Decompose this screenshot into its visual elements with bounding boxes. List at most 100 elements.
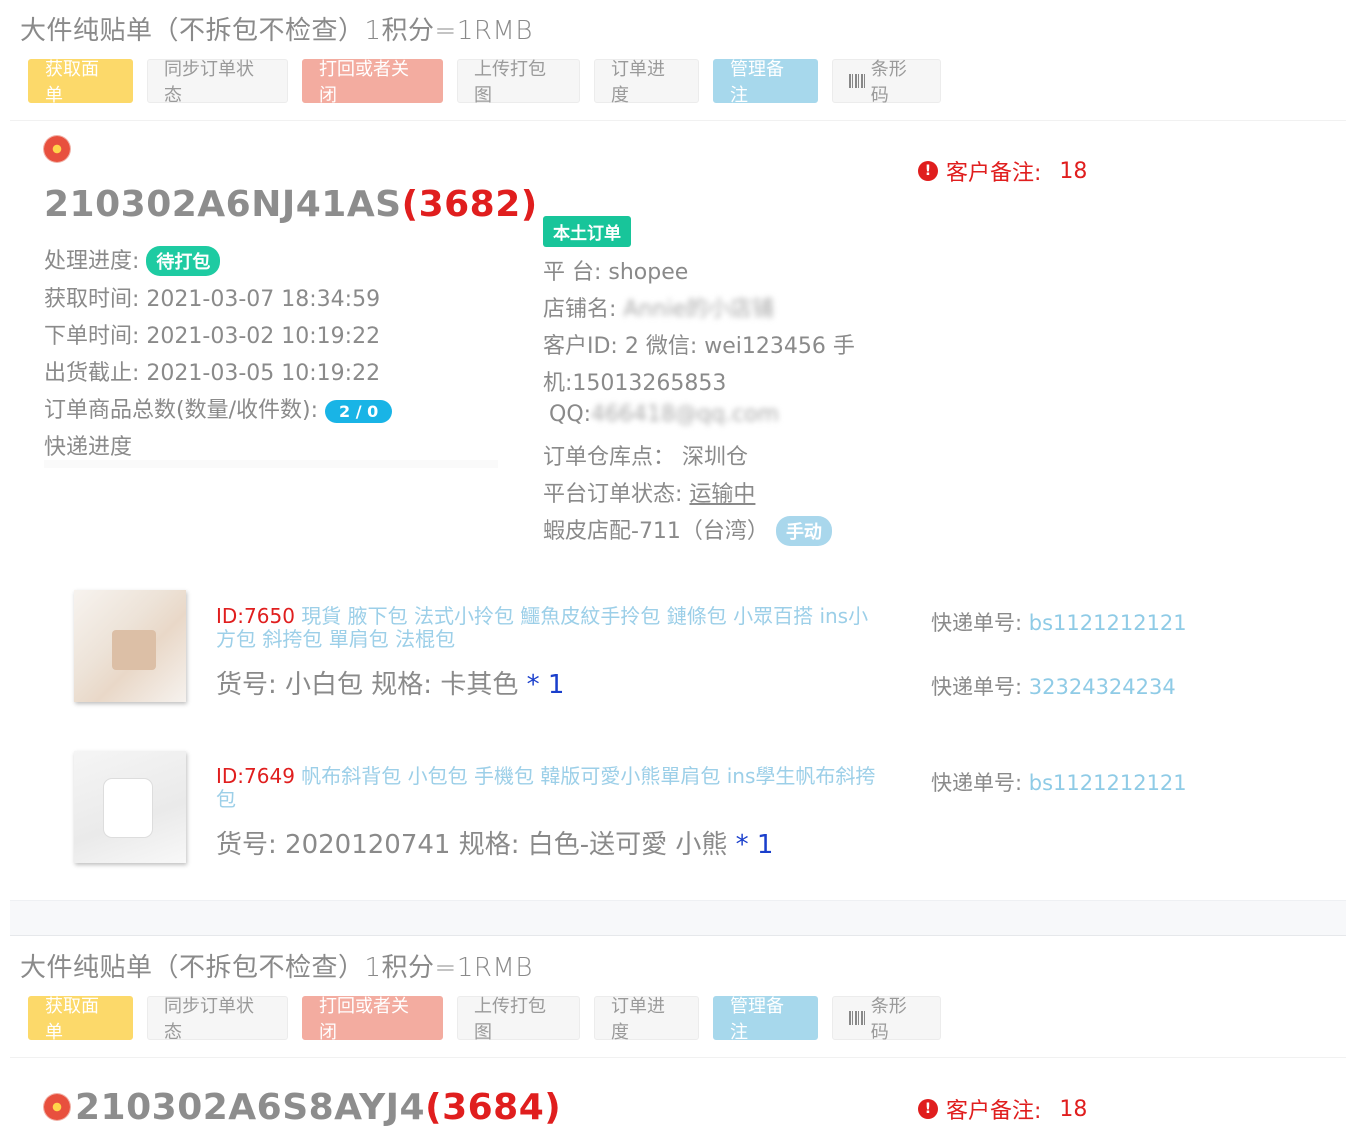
product-title-text[interactable]: 帆布斜背包 小包包 手機包 韓版可愛小熊單肩包 ins學生帆布斜挎包	[216, 764, 875, 811]
item-total: 订单商品总数(数量/收件数): 2 / 0	[44, 392, 393, 424]
divider	[44, 460, 498, 468]
manage-remarks-button[interactable]: 管理备注	[713, 996, 818, 1043]
local-order-tag: 本土订单	[543, 216, 631, 247]
shop-name: 店铺名: Annie的小店铺	[543, 291, 774, 323]
barcode-button-label: 条形码	[870, 59, 907, 106]
info-icon: !	[918, 161, 938, 181]
platform-status-link[interactable]: 运输中	[689, 482, 755, 507]
customer-remark: ! 客户备注: 18	[918, 1093, 1087, 1125]
ship-deadline-label: 出货截止:	[44, 361, 140, 386]
delivery-method: 蝦皮店配-711（台湾） 手动	[543, 513, 832, 546]
platform-label: 平 台:	[543, 260, 602, 285]
ship-deadline: 出货截止: 2021-03-05 10:19:22	[44, 355, 380, 387]
barcode-button[interactable]: 条形码	[832, 59, 941, 106]
delivery-method-value: 蝦皮店配-711（台湾）	[543, 519, 769, 544]
order-toolbar: 获取面单 同步订单状态 打回或者关闭 上传打包图 订单进度 管理备注 条形码	[28, 59, 941, 106]
order-separator	[10, 900, 1346, 936]
order-number-text: 210302A6NJ41AS	[44, 184, 402, 225]
card-top-border	[10, 1057, 1346, 1058]
order-count: (3684)	[425, 1087, 562, 1128]
order-toolbar: 获取面单 同步订单状态 打回或者关闭 上传打包图 订单进度 管理备注 条形码	[28, 996, 941, 1043]
product-title[interactable]: ID:7649 帆布斜背包 小包包 手機包 韓版可愛小熊單肩包 ins學生帆布斜…	[216, 765, 884, 811]
platform-value: shopee	[608, 260, 689, 285]
product-spec-text: 货号: 小白包 规格: 卡其色	[216, 670, 519, 700]
express-progress[interactable]: 快递进度	[44, 429, 132, 461]
get-waybill-button[interactable]: 获取面单	[28, 59, 133, 106]
barcode-icon	[849, 1011, 867, 1025]
shop-name-value: Annie的小店铺	[623, 297, 775, 322]
customer-qq: QQ:466418@qq.com	[549, 402, 779, 427]
customer-remark: ! 客户备注: 18	[918, 155, 1087, 187]
qq-value: 466418@qq.com	[591, 402, 779, 427]
product-qty: * 1	[735, 830, 774, 860]
product-title-text[interactable]: 現貨 腋下包 法式小拎包 鱷魚皮紋手拎包 鏈條包 小眾百搭 ins小方包 斜挎包…	[216, 604, 868, 651]
get-waybill-button[interactable]: 获取面单	[28, 996, 133, 1043]
qq-label: QQ:	[549, 402, 592, 427]
section-title: 大件纯贴单（不拆包不检查）1积分=1RMB	[20, 953, 533, 983]
product-title[interactable]: ID:7650 現貨 腋下包 法式小拎包 鱷魚皮紋手拎包 鏈條包 小眾百搭 in…	[216, 605, 884, 651]
customer-remark-label: 客户备注:	[946, 1099, 1042, 1124]
warehouse: 订单仓库点： 深圳仓	[543, 439, 748, 471]
order-time-value: 2021-03-02 10:19:22	[146, 324, 381, 349]
order-count: (3682)	[401, 184, 538, 225]
product-qty: * 1	[526, 670, 565, 700]
product-id: ID:7650	[216, 604, 295, 628]
order-time-label: 下单时间:	[44, 324, 140, 349]
order-time: 下单时间: 2021-03-02 10:19:22	[44, 318, 380, 350]
sync-status-button[interactable]: 同步订单状态	[147, 996, 288, 1043]
fetch-time-label: 获取时间:	[44, 287, 140, 312]
order-number: 210302A6S8AYJ4(3684)	[75, 1087, 561, 1128]
express-number: 快递单号: 32324324234	[931, 671, 1176, 701]
process-status: 处理进度: 待打包	[44, 243, 221, 276]
customer-remark-value: 18	[1059, 158, 1088, 184]
section-title: 大件纯贴单（不拆包不检查）1积分=1RMB	[20, 16, 533, 46]
customer-phone: 机:15013265853	[543, 371, 727, 396]
return-or-close-button[interactable]: 打回或者关闭	[302, 996, 443, 1043]
product-image[interactable]	[74, 751, 186, 863]
info-icon: !	[918, 1099, 938, 1119]
product-id: ID:7649	[216, 764, 295, 788]
china-flag-icon	[44, 1094, 70, 1120]
order-number-text: 210302A6S8AYJ4	[75, 1087, 426, 1128]
express-label: 快递单号:	[931, 675, 1023, 699]
manage-remarks-button[interactable]: 管理备注	[713, 59, 818, 106]
process-status-label: 处理进度:	[44, 249, 140, 274]
shop-name-label: 店铺名:	[543, 297, 617, 322]
warehouse-label: 订单仓库点：	[543, 445, 676, 470]
order-number: 210302A6NJ41AS(3682)	[44, 184, 538, 225]
ship-deadline-value: 2021-03-05 10:19:22	[146, 361, 381, 386]
product-spec-text: 货号: 2020120741 规格: 白色-送可愛 小熊	[216, 830, 728, 860]
product-spec: 货号: 小白包 规格: 卡其色 * 1	[216, 664, 564, 701]
status-badge: 待打包	[146, 246, 221, 276]
upload-pack-photo-button[interactable]: 上传打包图	[457, 996, 580, 1043]
item-total-label: 订单商品总数(数量/收件数):	[44, 398, 318, 423]
platform: 平 台: shopee	[543, 254, 688, 286]
china-flag-icon	[44, 136, 70, 162]
barcode-icon	[849, 74, 867, 88]
platform-status: 平台订单状态: 运输中	[543, 476, 755, 508]
fetch-time: 获取时间: 2021-03-07 18:34:59	[44, 281, 380, 313]
card-top-border	[10, 120, 1346, 121]
express-number-value[interactable]: 32324324234	[1029, 675, 1176, 699]
upload-pack-photo-button[interactable]: 上传打包图	[457, 59, 580, 106]
fetch-time-value: 2021-03-07 18:34:59	[146, 287, 381, 312]
customer-remark-value: 18	[1059, 1096, 1088, 1122]
product-image[interactable]	[74, 590, 186, 702]
item-total-badge: 2 / 0	[325, 400, 393, 423]
customer-remark-label: 客户备注:	[946, 161, 1042, 186]
express-label: 快递单号:	[931, 771, 1023, 795]
order-progress-button[interactable]: 订单进度	[594, 996, 699, 1043]
express-number: 快递单号: bs1121212121	[931, 607, 1187, 637]
platform-status-label: 平台订单状态:	[543, 482, 683, 507]
sync-status-button[interactable]: 同步订单状态	[147, 59, 288, 106]
customer-info: 客户ID: 2 微信: wei123456 手	[543, 334, 855, 359]
warehouse-value: 深圳仓	[682, 445, 749, 470]
manual-badge: 手动	[775, 516, 832, 546]
barcode-button[interactable]: 条形码	[832, 996, 941, 1043]
return-or-close-button[interactable]: 打回或者关闭	[302, 59, 443, 106]
order-progress-button[interactable]: 订单进度	[594, 59, 699, 106]
express-number-value[interactable]: bs1121212121	[1029, 611, 1187, 635]
express-label: 快递单号:	[931, 611, 1023, 635]
express-number-value[interactable]: bs1121212121	[1029, 771, 1187, 795]
barcode-button-label: 条形码	[870, 996, 907, 1043]
